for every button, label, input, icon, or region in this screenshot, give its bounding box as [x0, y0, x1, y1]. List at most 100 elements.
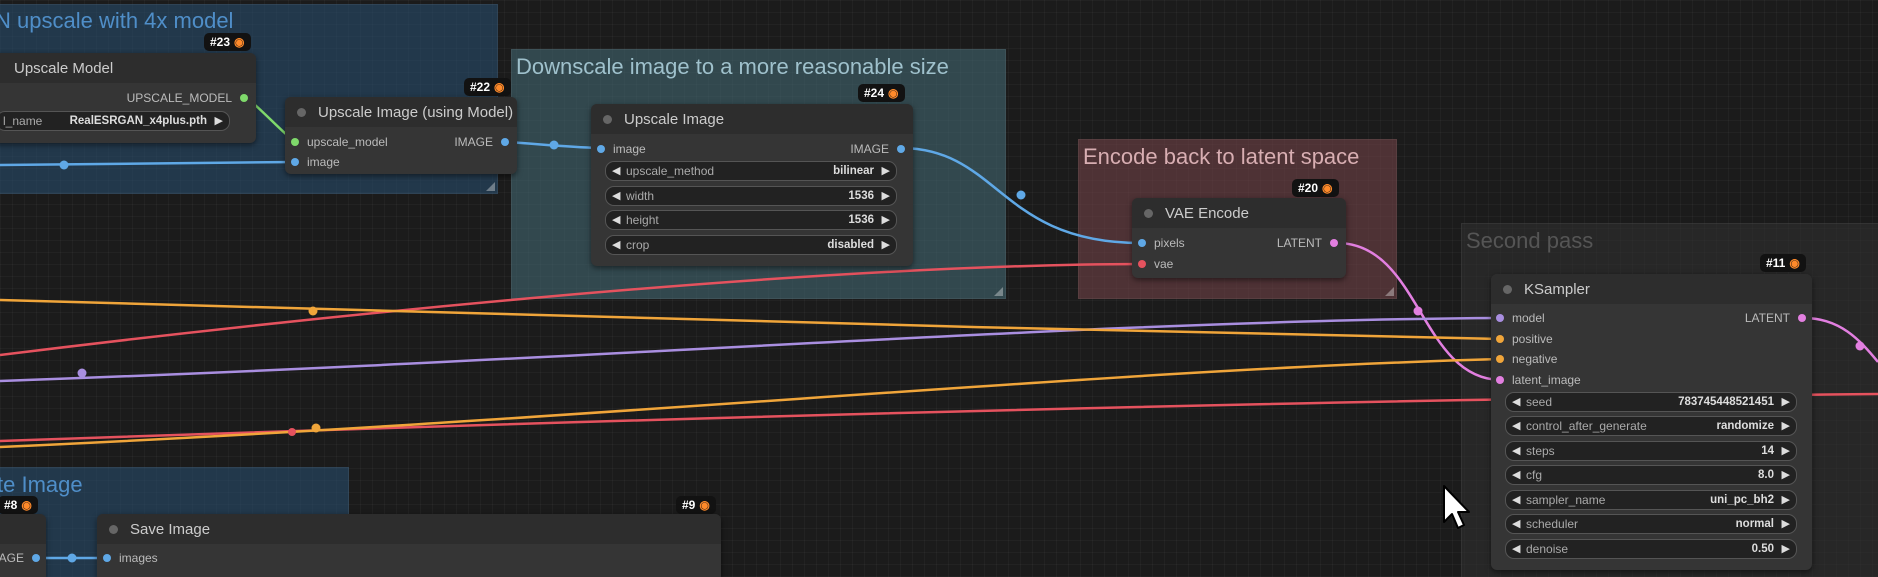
widget-crop[interactable]: ◀ crop disabled ▶ [605, 235, 897, 255]
arrow-left-icon[interactable]: ◀ [1512, 540, 1520, 558]
widget-cfg[interactable]: ◀ cfg 8.0 ▶ [1505, 465, 1797, 485]
node-title-bar[interactable]: Upscale Model [0, 53, 256, 83]
arrow-left-icon[interactable]: ◀ [1512, 515, 1520, 533]
group-resize-handle[interactable] [486, 182, 495, 191]
widget-label: height [626, 213, 659, 227]
widget-seed[interactable]: ◀ seed 783745448521451 ▶ [1505, 392, 1797, 412]
arrow-right-icon[interactable]: ▶ [1782, 466, 1790, 484]
node-title-bar[interactable]: Save Image [97, 514, 721, 544]
input-model[interactable]: model [1496, 311, 1545, 325]
arrow-right-icon[interactable]: ▶ [882, 211, 890, 229]
arrow-left-icon[interactable]: ◀ [612, 187, 620, 205]
input-dot[interactable] [1496, 313, 1504, 322]
output-image[interactable]: AGE [0, 551, 40, 565]
node-title-bar[interactable]: Upscale Image [591, 104, 913, 134]
group-resize-handle[interactable] [994, 287, 1003, 296]
input-negative[interactable]: negative [1496, 352, 1557, 366]
output-dot[interactable] [897, 144, 905, 153]
output-latent[interactable]: LATENT [1277, 236, 1338, 250]
node-upscale-model[interactable]: Upscale Model UPSCALE_MODEL l_name RealE… [0, 53, 256, 143]
node-collapse-dot[interactable] [603, 114, 612, 124]
input-images[interactable]: images [103, 551, 158, 565]
input-dot[interactable] [103, 553, 111, 562]
arrow-left-icon[interactable]: ◀ [1512, 466, 1520, 484]
input-image[interactable]: image [597, 142, 646, 156]
input-dot[interactable] [291, 137, 299, 146]
input-upscale-model[interactable]: upscale_model [291, 135, 388, 149]
group-title: te Image [0, 472, 83, 497]
node-save-image[interactable]: Save Image images [97, 514, 721, 577]
widget-sampler-name[interactable]: ◀ sampler_name uni_pc_bh2 ▶ [1505, 490, 1797, 510]
output-latent[interactable]: LATENT [1745, 311, 1806, 325]
group-resize-handle[interactable] [1385, 287, 1394, 296]
node-title-bar[interactable]: VAE Encode [1132, 198, 1346, 228]
input-positive[interactable]: positive [1496, 332, 1553, 346]
arrow-right-icon[interactable]: ▶ [882, 162, 890, 180]
input-dot[interactable] [597, 144, 605, 153]
input-image[interactable]: image [291, 155, 340, 169]
node-ksampler[interactable]: KSampler model positive negative latent_… [1491, 274, 1812, 570]
input-dot[interactable] [1496, 375, 1504, 384]
widget-scheduler[interactable]: ◀ scheduler normal ▶ [1505, 514, 1797, 534]
input-dot[interactable] [1138, 238, 1146, 247]
arrow-left-icon[interactable]: ◀ [612, 162, 620, 180]
node-collapse-dot[interactable] [297, 107, 306, 117]
arrow-right-icon[interactable]: ▶ [1782, 540, 1790, 558]
arrow-right-icon[interactable]: ▶ [1782, 491, 1790, 509]
node-collapse-dot[interactable] [109, 524, 118, 534]
input-dot[interactable] [1138, 259, 1146, 268]
badge-text: #23 [210, 35, 231, 49]
node-upscale-image[interactable]: Upscale Image image IMAGE ◀ upscale_meth… [591, 104, 913, 266]
widget-label: cfg [1526, 468, 1543, 482]
widget-steps[interactable]: ◀ steps 14 ▶ [1505, 441, 1797, 461]
output-dot[interactable] [1330, 238, 1338, 247]
node-title-bar[interactable]: Upscale Image (using Model) [285, 97, 517, 127]
input-dot[interactable] [291, 157, 299, 166]
node-title-bar[interactable]: KSampler [1491, 274, 1812, 304]
arrow-left-icon[interactable]: ◀ [1512, 491, 1520, 509]
arrow-right-icon[interactable]: ▶ [1782, 442, 1790, 460]
fox-icon: ◉ [234, 35, 245, 49]
arrow-right-icon[interactable]: ▶ [882, 236, 890, 254]
arrow-right-icon[interactable]: ▶ [882, 187, 890, 205]
input-latent-image[interactable]: latent_image [1496, 373, 1581, 387]
output-image[interactable]: IMAGE [850, 142, 905, 156]
output-dot[interactable] [240, 93, 248, 102]
arrow-right-icon[interactable]: ▶ [215, 112, 223, 130]
arrow-left-icon[interactable]: ◀ [612, 236, 620, 254]
output-dot[interactable] [501, 137, 509, 146]
arrow-left-icon[interactable]: ◀ [612, 211, 620, 229]
output-image[interactable]: IMAGE [454, 135, 509, 149]
arrow-left-icon[interactable]: ◀ [1512, 417, 1520, 435]
arrow-left-icon[interactable]: ◀ [1512, 442, 1520, 460]
input-dot[interactable] [1496, 334, 1504, 343]
widget-height[interactable]: ◀ height 1536 ▶ [605, 210, 897, 230]
node-vae-decode-partial[interactable]: AGE [0, 514, 46, 577]
input-pixels[interactable]: pixels [1138, 236, 1185, 250]
node-title-bar[interactable] [0, 514, 46, 544]
wire-midpoint [311, 423, 321, 433]
node-upscale-image-using-model[interactable]: Upscale Image (using Model) upscale_mode… [285, 97, 517, 174]
widget-denoise[interactable]: ◀ denoise 0.50 ▶ [1505, 539, 1797, 559]
output-dot[interactable] [32, 553, 40, 562]
widget-model-name[interactable]: l_name RealESRGAN_x4plus.pth ▶ [0, 111, 230, 131]
widget-upscale-method[interactable]: ◀ upscale_method bilinear ▶ [605, 161, 897, 181]
node-collapse-dot[interactable] [1503, 284, 1512, 294]
badge-text: #20 [1298, 181, 1319, 195]
node-graph-canvas[interactable]: N upscale with 4x model Downscale image … [0, 0, 1878, 577]
arrow-right-icon[interactable]: ▶ [1782, 417, 1790, 435]
widget-width[interactable]: ◀ width 1536 ▶ [605, 186, 897, 206]
arrow-left-icon[interactable]: ◀ [1512, 393, 1520, 411]
arrow-right-icon[interactable]: ▶ [1782, 393, 1790, 411]
input-vae[interactable]: vae [1138, 257, 1173, 271]
output-dot[interactable] [1798, 313, 1806, 322]
input-dot[interactable] [1496, 354, 1504, 363]
arrow-right-icon[interactable]: ▶ [1782, 515, 1790, 533]
widget-label: width [626, 189, 655, 203]
widget-control-after-generate[interactable]: ◀ control_after_generate randomize ▶ [1505, 416, 1797, 436]
node-vae-encode[interactable]: VAE Encode pixels vae LATENT [1132, 198, 1346, 278]
output-upscale-model[interactable]: UPSCALE_MODEL [127, 91, 248, 105]
widget-value: bilinear [833, 165, 874, 177]
node-collapse-dot[interactable] [1144, 208, 1153, 218]
node-id-badge: #20 ◉ [1292, 179, 1339, 197]
